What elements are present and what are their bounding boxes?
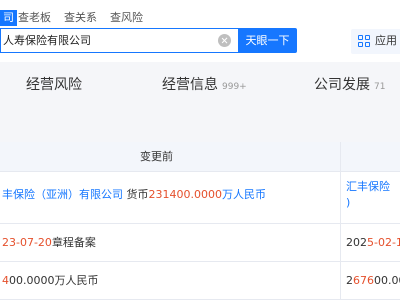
cell-after: 汇丰保险 bbox=[346, 180, 390, 194]
cell-text: 00.00 bbox=[374, 274, 400, 287]
cell-text: 00.0000万人民币 bbox=[9, 274, 99, 287]
cell-after: 267600.00 bbox=[346, 274, 400, 288]
search-input[interactable]: 人寿保险有限公司 bbox=[0, 28, 238, 53]
highlighted-text: 4 bbox=[2, 274, 9, 287]
nav-tab-development[interactable]: 公司发展 71 bbox=[314, 76, 385, 96]
company-link[interactable]: 汇丰保险 bbox=[346, 180, 390, 193]
cell-text: 万人民币 bbox=[221, 188, 266, 201]
nav-tab-label: 经营信息 bbox=[162, 77, 218, 93]
nav-tab-business-info[interactable]: 经营信息 999+ bbox=[162, 76, 247, 96]
cell-before: 23-07-20章程备案 bbox=[2, 236, 96, 250]
search-tab-relation[interactable]: 查关系 bbox=[64, 10, 97, 26]
cell-after-line2: ) bbox=[346, 196, 350, 210]
column-divider bbox=[340, 142, 341, 300]
cell-text: 2 bbox=[346, 274, 353, 287]
app-button[interactable]: 应用 bbox=[351, 29, 400, 54]
highlighted-text: 676 bbox=[353, 274, 374, 287]
column-header-before: 变更前 bbox=[140, 150, 173, 163]
highlighted-text: 231400.0000 bbox=[148, 188, 222, 201]
cell-text: 章程备案 bbox=[51, 236, 96, 249]
cell-text: ) bbox=[346, 196, 351, 209]
search-input-value[interactable]: 人寿保险有限公司 bbox=[3, 34, 91, 48]
nav-tab-business-risk[interactable]: 经营风险 bbox=[26, 76, 86, 96]
nav-tab-count: 71 bbox=[374, 82, 386, 92]
cell-before: 400.0000万人民币 bbox=[2, 274, 99, 288]
search-tab-boss[interactable]: 查老板 bbox=[18, 10, 51, 26]
change-record-table: 变更前 丰保险（亚洲）有限公司 货币231400.0000万人民币 汇丰保险 )… bbox=[0, 142, 400, 300]
cell-text: 202 bbox=[346, 236, 367, 249]
nav-tab-count: 999+ bbox=[222, 82, 247, 92]
search-button[interactable]: 天眼一下 bbox=[238, 28, 297, 53]
highlighted-text: 23-07-20 bbox=[2, 236, 52, 249]
nav-tab-label: 公司发展 bbox=[314, 77, 370, 93]
top-header: 司 查老板 查关系 查风险 人寿保险有限公司 天眼一下 应用 bbox=[0, 0, 400, 62]
dimension-nav: 经营风险 经营信息 999+ 公司发展 71 bbox=[0, 62, 400, 142]
nav-tab-label: 经营风险 bbox=[26, 77, 82, 93]
cell-text: 货币 bbox=[123, 188, 149, 201]
clear-icon[interactable] bbox=[218, 34, 231, 47]
cell-before: 丰保险（亚洲）有限公司 货币231400.0000万人民币 bbox=[2, 188, 266, 202]
cell-after: 2025-02-1 bbox=[346, 236, 400, 250]
company-link[interactable]: 丰保险（亚洲）有限公司 bbox=[2, 188, 123, 201]
search-tab-risk[interactable]: 查风险 bbox=[110, 10, 143, 26]
highlighted-text: 5-02-1 bbox=[367, 236, 400, 249]
search-tab-company[interactable]: 司 bbox=[0, 10, 17, 26]
app-button-label: 应用 bbox=[375, 34, 397, 47]
grid-icon bbox=[358, 35, 371, 48]
